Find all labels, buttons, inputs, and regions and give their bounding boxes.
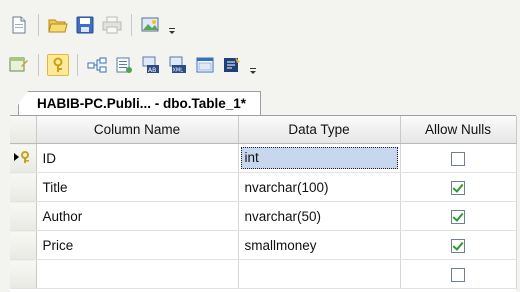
image-icon[interactable] xyxy=(140,14,162,36)
row-selector[interactable] xyxy=(10,172,37,202)
document-tab-title: HABIB-PC.Publi... - dbo.Table_1* xyxy=(37,96,247,111)
table-row[interactable]: Title nvarchar(100) xyxy=(10,172,517,202)
table-row[interactable] xyxy=(10,259,517,289)
toolbar-separator xyxy=(38,54,39,76)
data-type-header[interactable]: Data Type xyxy=(238,116,401,144)
row-selector[interactable] xyxy=(10,259,37,289)
primary-key-icon[interactable] xyxy=(47,54,69,76)
row-selector[interactable] xyxy=(10,143,37,173)
table-designer-icon[interactable] xyxy=(8,54,30,76)
indexes-icon[interactable] xyxy=(113,54,135,76)
row-selector-header xyxy=(10,116,37,144)
allow-nulls-checkbox[interactable] xyxy=(451,238,465,253)
svg-text:AB: AB xyxy=(148,67,156,74)
allow-nulls-cell xyxy=(400,259,517,289)
data-type-cell[interactable] xyxy=(238,259,401,289)
column-name-cell[interactable]: ID xyxy=(36,143,239,173)
current-row-key-icon xyxy=(13,150,29,163)
save-icon[interactable] xyxy=(74,14,96,36)
data-type-cell[interactable]: nvarchar(50) xyxy=(238,201,401,231)
grid-header-row: Column Name Data Type Allow Nulls xyxy=(10,116,517,144)
allow-nulls-checkbox[interactable] xyxy=(451,151,465,166)
check-constraints-icon[interactable] xyxy=(194,54,216,76)
allow-nulls-cell xyxy=(400,143,517,173)
table-row[interactable]: Author nvarchar(50) xyxy=(10,201,517,231)
column-name-cell[interactable]: Title xyxy=(36,172,239,202)
table-designer-toolbar: AB XML xyxy=(8,50,258,80)
column-name-header[interactable]: Column Name xyxy=(36,116,239,144)
svg-text:XML: XML xyxy=(173,68,184,74)
column-name-cell[interactable] xyxy=(36,259,239,289)
table-row[interactable]: ID int xyxy=(10,143,517,173)
fulltext-index-icon[interactable]: AB xyxy=(140,54,162,76)
print-icon[interactable] xyxy=(101,14,123,36)
allow-nulls-checkbox[interactable] xyxy=(451,209,465,224)
allow-nulls-checkbox[interactable] xyxy=(451,267,465,282)
relationships-icon[interactable] xyxy=(86,54,108,76)
allow-nulls-cell xyxy=(400,172,517,202)
data-type-cell[interactable]: nvarchar(100) xyxy=(238,172,401,202)
toolbar-separator xyxy=(131,14,132,36)
allow-nulls-cell xyxy=(400,201,517,231)
data-type-editor[interactable]: int xyxy=(240,147,398,169)
generate-script-icon[interactable] xyxy=(221,54,243,76)
column-name-cell[interactable]: Price xyxy=(36,230,239,260)
allow-nulls-cell xyxy=(400,230,517,260)
row-selector[interactable] xyxy=(10,230,37,260)
toolbar-separator xyxy=(38,14,39,36)
open-folder-icon[interactable] xyxy=(47,14,69,36)
toolbar-options-icon[interactable] xyxy=(167,14,177,36)
data-type-cell[interactable]: int xyxy=(238,143,401,173)
allow-nulls-checkbox[interactable] xyxy=(451,180,465,195)
toolbar-separator xyxy=(77,54,78,76)
column-name-cell[interactable]: Author xyxy=(36,201,239,231)
document-tab[interactable]: HABIB-PC.Publi... - dbo.Table_1* xyxy=(18,91,262,116)
xml-index-icon[interactable]: XML xyxy=(167,54,189,76)
row-selector[interactable] xyxy=(10,201,37,231)
table-design-grid: Column Name Data Type Allow Nulls ID int xyxy=(10,115,517,292)
new-document-icon[interactable] xyxy=(8,14,30,36)
standard-toolbar xyxy=(8,10,177,40)
toolbar-options-icon[interactable] xyxy=(248,54,258,76)
allow-nulls-header[interactable]: Allow Nulls xyxy=(400,116,517,144)
table-row[interactable]: Price smallmoney xyxy=(10,230,517,260)
data-type-cell[interactable]: smallmoney xyxy=(238,230,401,260)
